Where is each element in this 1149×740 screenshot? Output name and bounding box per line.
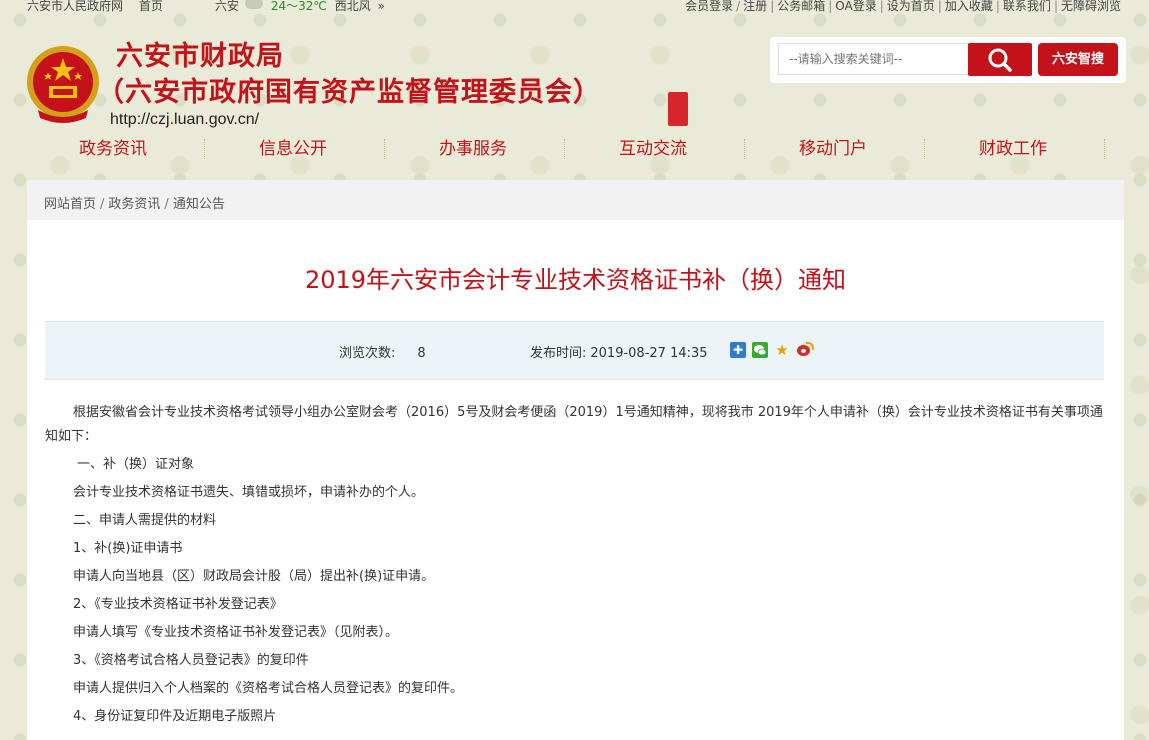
set-homepage-link[interactable]: 设为首页 <box>887 0 935 13</box>
weather-cloud-icon <box>245 0 263 9</box>
breadcrumb: 网站首页 / 政务资讯 / 通知公告 <box>44 197 225 212</box>
weather-more-link[interactable]: » <box>378 0 385 13</box>
article-meta-bar: 浏览次数: 8 发布时间: 2019-08-27 14:35 ✚ ★ <box>45 321 1104 380</box>
article-paragraph: 会计专业技术资格证书遗失、填错或损坏，申请补办的个人。 <box>73 485 425 500</box>
wechat-icon[interactable] <box>752 342 768 358</box>
top-bar-left: 六安市人民政府网 首页 <box>27 0 175 12</box>
seal-stamp-icon <box>668 92 688 126</box>
nav-item-info-disclosure[interactable]: 信息公开 <box>207 137 387 161</box>
view-count-value: 8 <box>417 346 426 361</box>
member-login-link[interactable]: 会员登录 <box>685 0 733 13</box>
breadcrumb-home[interactable]: 网站首页 <box>44 197 96 212</box>
nav-item-mobile-portal[interactable]: 移动门户 <box>747 137 927 161</box>
view-count: 浏览次数: 8 <box>339 342 426 361</box>
breadcrumb-current[interactable]: 通知公告 <box>173 197 225 212</box>
nav-item-finance-work[interactable]: 财政工作 <box>927 137 1107 161</box>
site-url: http://czj.luan.gov.cn/ <box>110 111 260 128</box>
publish-date-value: 2019-08-27 14:35 <box>590 346 708 361</box>
breadcrumb-section[interactable]: 政务资讯 <box>108 197 160 212</box>
publish-date-label: 发布时间: <box>530 346 587 361</box>
qzone-star-icon[interactable]: ★ <box>774 342 790 358</box>
article-title: 2019年六安市会计专业技术资格证书补（换）通知 <box>304 266 847 294</box>
article-paragraph: 申请人向当地县（区）财政局会计股（局）提出补(换)证申请。 <box>73 569 435 584</box>
site-subtitle: （六安市政府国有资产监督管理委员会） <box>97 77 601 108</box>
nav-item-services[interactable]: 办事服务 <box>387 137 567 161</box>
main-nav: 政务资讯 信息公开 办事服务 互动交流 移动门户 财政工作 <box>27 137 1127 161</box>
top-bar: 六安市人民政府网 首页 六安 24～32℃ 西北风 » 会员登录 / 注册 | 公务邮箱… <box>0 0 1149 14</box>
weibo-icon[interactable] <box>796 342 814 358</box>
article-paragraph: 申请人提供归入个人档案的《资格考试合格人员登记表》的复印件。 <box>73 681 464 696</box>
article-paragraph: 3、《资格考试合格人员登记表》的复印件 <box>73 653 309 668</box>
article-paragraph: 二、申请人需提供的材料 <box>73 513 217 528</box>
article-body: 根据安徽省会计专业技术资格考试领导小组办公室财会考（2016）5号及财会考便函（… <box>45 398 1105 731</box>
publish-date: 发布时间: 2019-08-27 14:35 <box>530 342 708 361</box>
article-paragraph: 1、补(换)证申请书 <box>73 541 183 556</box>
view-count-label: 浏览次数: <box>339 346 396 361</box>
article-paragraph: 一、补（换）证对象 <box>77 457 195 472</box>
contact-us-link[interactable]: 联系我们 <box>1003 0 1051 13</box>
search-button[interactable] <box>968 43 1032 76</box>
weather-city: 六安 <box>215 0 240 13</box>
article-paragraph: 根据安徽省会计专业技术资格考试领导小组办公室财会考（2016）5号及财会考便函（… <box>45 405 1103 444</box>
city-gov-link[interactable]: 六安市人民政府网 <box>27 0 123 13</box>
luan-smart-search-button[interactable]: 六安智搜 <box>1038 43 1118 76</box>
official-mail-link[interactable]: 公务邮箱 <box>777 0 825 13</box>
article-paragraph: 4、身份证复印件及近期电子版照片 <box>73 709 277 724</box>
register-link[interactable]: 注册 <box>743 0 767 13</box>
site-title: 六安市财政局 <box>116 41 284 72</box>
nav-item-government-news[interactable]: 政务资讯 <box>27 137 207 161</box>
oa-login-link[interactable]: OA登录 <box>835 0 876 13</box>
home-link[interactable]: 首页 <box>139 0 163 13</box>
main-content: 网站首页 / 政务资讯 / 通知公告 2019年六安市会计专业技术资格证书补（换）通知 … <box>27 180 1124 740</box>
share-plus-icon[interactable]: ✚ <box>730 342 746 358</box>
top-bar-links: 会员登录 / 注册 | 公务邮箱 | OA登录 | 设为首页 | 加入收藏 | 联系我们 | 无障碍浏览 <box>685 0 1121 13</box>
add-favorite-link[interactable]: 加入收藏 <box>945 0 993 13</box>
weather-widget: 六安 24～32℃ 西北风 » <box>215 0 385 12</box>
accessibility-link[interactable]: 无障碍浏览 <box>1061 0 1121 13</box>
search-input[interactable] <box>778 43 968 75</box>
article-paragraph: 申请人填写《专业技术资格证书补发登记表》（见附表）。 <box>73 625 399 640</box>
national-emblem-icon <box>27 46 99 123</box>
weather-wind: 西北风 <box>334 0 371 13</box>
breadcrumb-bar: 网站首页 / 政务资讯 / 通知公告 <box>27 180 1124 220</box>
search-icon <box>988 48 1012 72</box>
article-paragraph: 2、《专业技术资格证书补发登记表》 <box>73 597 283 612</box>
weather-temp: 24～32℃ <box>270 0 327 13</box>
nav-item-interaction[interactable]: 互动交流 <box>567 137 747 161</box>
